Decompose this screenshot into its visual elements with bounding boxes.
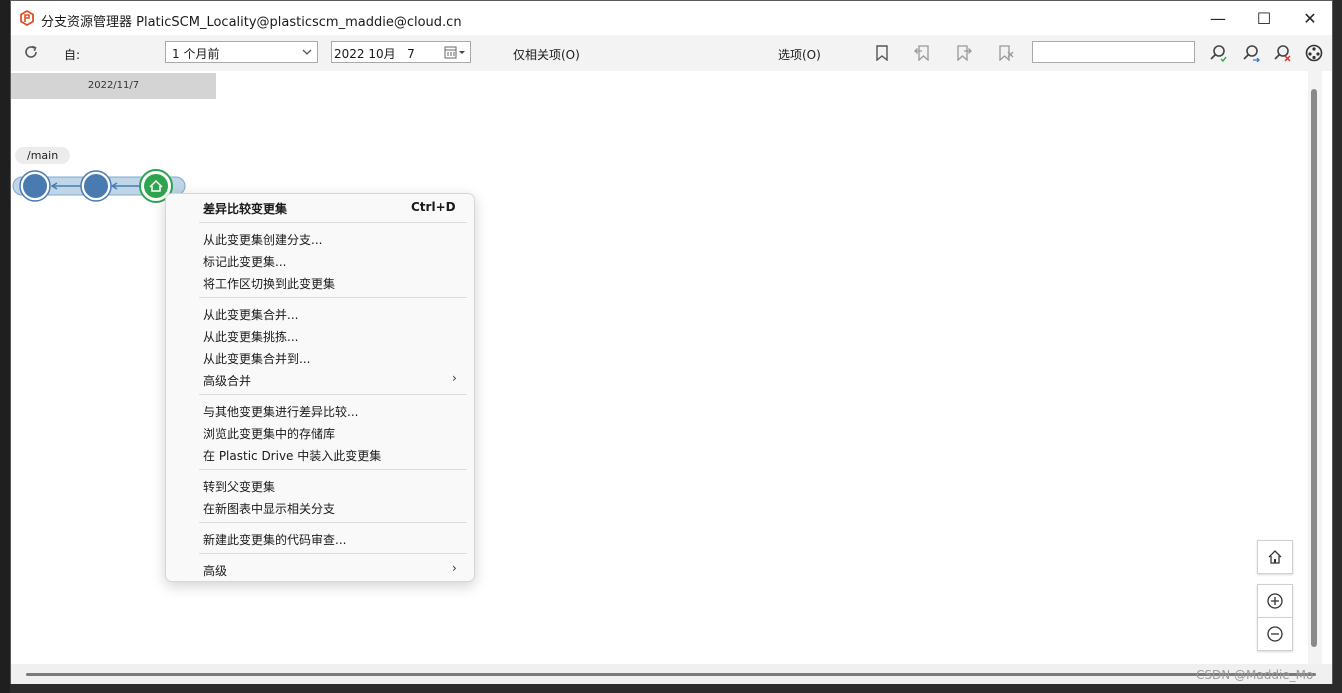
zoom-in-icon [1267, 593, 1283, 609]
window-title: 分支资源管理器 PlaticSCM_Locality@plasticscm_ma… [41, 15, 462, 30]
menu-shortcut-diff: Ctrl+D [411, 200, 456, 214]
close-button[interactable]: ✕ [1287, 1, 1333, 35]
minimize-button[interactable]: — [1195, 1, 1241, 35]
title-bar: 分支资源管理器 PlaticSCM_Locality@plasticscm_ma… [11, 1, 1332, 35]
since-label: 自: [64, 48, 81, 62]
menu-item-create-branch[interactable]: 从此变更集创建分支... [203, 231, 322, 248]
bookmark-next-icon [957, 45, 972, 61]
menu-item-code-review[interactable]: 新建此变更集的代码审查... [203, 531, 346, 548]
menu-item-label-changeset[interactable]: 标记此变更集... [203, 253, 286, 270]
menu-separator [199, 553, 467, 554]
chevron-right-icon: › [452, 561, 457, 575]
bookmark-previous-icon [914, 45, 929, 61]
chevron-down-icon [302, 49, 312, 55]
search-clear-icon [1274, 45, 1291, 62]
maximize-button[interactable]: ☐ [1241, 1, 1287, 35]
menu-separator [199, 297, 467, 298]
menu-separator [199, 222, 467, 223]
home-icon [1268, 550, 1282, 564]
menu-item-show-related-branches[interactable]: 在新图表中显示相关分支 [203, 500, 335, 517]
refresh-icon [25, 45, 37, 58]
menu-item-go-to-parent[interactable]: 转到父变更集 [203, 478, 275, 495]
calendar-icon [444, 46, 465, 59]
search-button[interactable] [1208, 43, 1228, 63]
range-select[interactable]: 1 个月前 [165, 41, 318, 63]
menu-item-diff-changeset[interactable]: 差异比较变更集 [203, 200, 287, 217]
menu-item-merge-from[interactable]: 从此变更集合并... [203, 306, 298, 323]
date-picker[interactable]: 2022 10月 7 [331, 41, 471, 63]
search-next-button[interactable] [1241, 43, 1261, 63]
date-column-header: 2022/11/7 [11, 73, 216, 99]
bookmark-previous-button[interactable] [912, 43, 932, 63]
watermark: CSDN @Maddie_Mo [1196, 668, 1314, 682]
menu-item-advanced[interactable]: 高级 [203, 562, 227, 579]
menu-item-switch-workspace[interactable]: 将工作区切换到此变更集 [203, 275, 335, 292]
search-icon [1210, 45, 1227, 62]
related-only-toggle[interactable]: 仅相关项(O) [513, 46, 580, 63]
toolbar: 自: 1 个月前 2022 10月 7 仅相关项(O) 选项(O) [11, 35, 1332, 71]
desktop-background [0, 0, 10, 693]
minimize-icon: — [1210, 8, 1226, 28]
menu-item-merge-to[interactable]: 从此变更集合并到... [203, 350, 310, 367]
bookmark-next-button[interactable] [954, 43, 974, 63]
options-button[interactable]: 选项(O) [778, 46, 821, 63]
horizontal-scroll-thumb[interactable] [26, 673, 1316, 676]
menu-separator [199, 394, 467, 395]
date-value: 2022 10月 7 [334, 47, 415, 61]
vertical-scroll-thumb[interactable] [1311, 89, 1317, 647]
plastic-app-icon [20, 10, 34, 26]
search-next-icon [1243, 45, 1260, 62]
center-home-button[interactable] [1257, 540, 1293, 574]
search-clear-button[interactable] [1272, 43, 1292, 63]
menu-item-plastic-drive[interactable]: 在 Plastic Drive 中装入此变更集 [203, 447, 381, 464]
range-select-value: 1 个月前 [172, 47, 220, 61]
refresh-button[interactable] [21, 42, 41, 62]
zoom-in-button[interactable] [1257, 584, 1293, 618]
bookmark-button[interactable] [872, 43, 892, 63]
bookmark-clear-icon [999, 45, 1014, 61]
search-input[interactable] [1032, 41, 1195, 63]
menu-separator [199, 522, 467, 523]
close-icon: ✕ [1303, 8, 1317, 28]
bookmark-icon [876, 45, 888, 61]
chevron-right-icon: › [452, 371, 457, 385]
changeset-context-menu: 差异比较变更集 Ctrl+D 从此变更集创建分支... 标记此变更集... 将工… [165, 193, 475, 582]
bookmark-clear-button[interactable] [996, 43, 1016, 63]
zoom-out-icon [1267, 626, 1283, 642]
zoom-out-button[interactable] [1257, 617, 1293, 651]
menu-item-diff-with-other[interactable]: 与其他变更集进行差异比较... [203, 403, 358, 420]
menu-item-advanced-merge[interactable]: 高级合并 [203, 372, 251, 389]
navigator-button[interactable] [1304, 43, 1324, 63]
navigator-icon [1305, 44, 1323, 62]
menu-item-cherry-pick[interactable]: 从此变更集挑拣... [203, 328, 298, 345]
menu-separator [199, 469, 467, 470]
maximize-icon: ☐ [1256, 8, 1272, 28]
menu-item-browse-repository[interactable]: 浏览此变更集中的存储库 [203, 425, 335, 442]
branch-label[interactable]: /main [15, 147, 71, 164]
